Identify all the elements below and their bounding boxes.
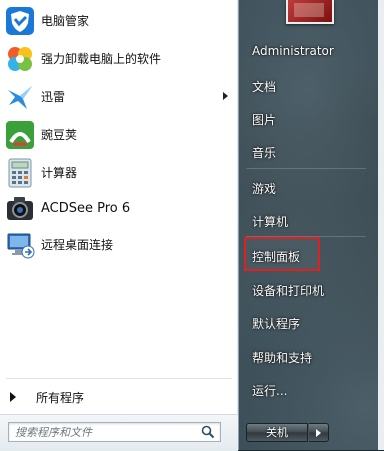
program-item-uninstaller[interactable]: 强力卸载电脑上的软件	[0, 40, 238, 77]
shutdown-options-button[interactable]	[309, 423, 329, 442]
flower-icon	[8, 46, 32, 71]
all-programs-button[interactable]: 所有程序	[0, 384, 238, 410]
program-label: 豌豆荚	[41, 128, 78, 142]
shutdown-button[interactable]: 关机	[246, 423, 308, 442]
window-edge	[378, 0, 384, 450]
shutdown-label: 关机	[266, 426, 288, 439]
user-avatar[interactable]	[286, 0, 334, 24]
bird-icon	[8, 85, 32, 109]
link-documents[interactable]: 文档	[252, 78, 276, 95]
remote-desktop-icon	[7, 233, 35, 258]
program-label: 远程桌面连接	[41, 238, 114, 252]
link-music[interactable]: 音乐	[252, 144, 276, 161]
link-user-folder[interactable]: Administrator	[252, 44, 334, 58]
search-icon[interactable]	[201, 425, 215, 439]
search-input[interactable]	[15, 424, 195, 440]
chevron-right-icon	[316, 429, 321, 437]
calculator-icon	[8, 158, 32, 187]
all-programs-label: 所有程序	[36, 390, 85, 405]
search-field[interactable]	[8, 422, 221, 442]
link-games[interactable]: 游戏	[252, 180, 276, 197]
link-help-support[interactable]: 帮助和支持	[252, 349, 312, 366]
program-item-remote-desktop[interactable]: 远程桌面连接	[0, 226, 238, 263]
link-control-panel[interactable]: 控制面板	[252, 248, 300, 265]
link-computer[interactable]: 计算机	[252, 213, 288, 230]
link-run[interactable]: 运行...	[252, 382, 287, 399]
program-item-calculator[interactable]: 计算器	[0, 154, 238, 191]
program-label: 计算器	[41, 166, 78, 180]
link-default-programs[interactable]: 默认程序	[252, 315, 300, 332]
program-item-pc-manager[interactable]: 电脑管家	[0, 2, 238, 39]
divider	[246, 168, 366, 169]
program-label: ACDSee Pro 6	[41, 201, 131, 216]
submenu-arrow-icon[interactable]	[223, 92, 228, 100]
camera-icon	[7, 196, 33, 220]
program-label: 迅雷	[41, 90, 66, 104]
program-label: 电脑管家	[41, 14, 90, 28]
program-item-wandoujia[interactable]: 豌豆荚	[0, 116, 238, 153]
programs-pane: 电脑管家 强力卸载电脑上的软件 迅雷 豌豆荚 计算器 ACDSee Pro 6 …	[0, 0, 239, 451]
program-item-xunlei[interactable]: 迅雷	[0, 78, 238, 115]
program-item-acdsee[interactable]: ACDSee Pro 6	[0, 190, 238, 227]
link-pictures[interactable]: 图片	[252, 111, 276, 128]
shield-icon	[6, 6, 34, 35]
link-devices-printers[interactable]: 设备和打印机	[252, 282, 324, 299]
expand-arrow-icon	[10, 392, 16, 402]
divider	[6, 378, 232, 379]
program-label: 强力卸载电脑上的软件	[41, 52, 162, 66]
pea-icon	[6, 120, 34, 149]
